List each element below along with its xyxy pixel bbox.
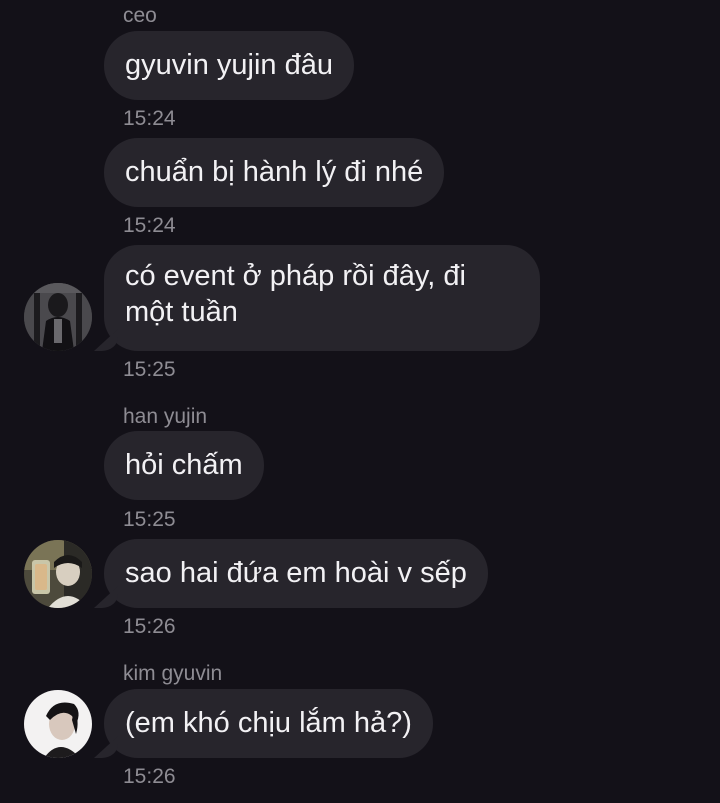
message-text: gyuvin yujin đâu	[125, 49, 333, 81]
sender-name-ceo: ceo	[123, 4, 157, 27]
kim-gyuvin-avatar-icon	[24, 690, 92, 758]
sender-name-kim-gyuvin: kim gyuvin	[123, 662, 223, 685]
message-bubble[interactable]: gyuvin yujin đâu	[104, 31, 354, 100]
message-bubble[interactable]: (em khó chịu lắm hả?)	[104, 689, 433, 758]
message-bubble[interactable]: sao hai đứa em hoài v sếp	[104, 539, 488, 608]
message-timestamp: 15:24	[123, 107, 176, 130]
message-text: hỏi chấm	[125, 449, 243, 481]
avatar[interactable]	[24, 690, 92, 758]
message-text: sao hai đứa em hoài v sếp	[125, 557, 467, 589]
message-timestamp: 15:25	[123, 358, 176, 381]
message-bubble[interactable]: có event ở pháp rồi đây, đi một tuần	[104, 245, 540, 351]
chat-thread: ceo gyuvin yujin đâu 15:24 chuẩn bị hành…	[0, 0, 720, 803]
message-bubble[interactable]: chuẩn bị hành lý đi nhé	[104, 138, 445, 207]
message-timestamp: 15:25	[123, 508, 176, 531]
message-timestamp: 15:26	[123, 765, 176, 788]
message-timestamp: 15:26	[123, 615, 176, 638]
sender-name-han-yujin: han yujin	[123, 405, 208, 428]
message-text: (em khó chịu lắm hả?)	[125, 707, 412, 739]
message-text: chuẩn bị hành lý đi nhé	[125, 156, 424, 188]
message-timestamp: 15:24	[123, 214, 176, 237]
message-text: có event ở pháp rồi đây, đi một tuần	[125, 260, 466, 328]
avatar[interactable]	[24, 283, 92, 351]
ceo-avatar-icon	[24, 283, 92, 351]
message-bubble[interactable]: hỏi chấm	[104, 431, 264, 500]
han-yujin-avatar-icon	[24, 540, 92, 608]
avatar[interactable]	[24, 540, 92, 608]
